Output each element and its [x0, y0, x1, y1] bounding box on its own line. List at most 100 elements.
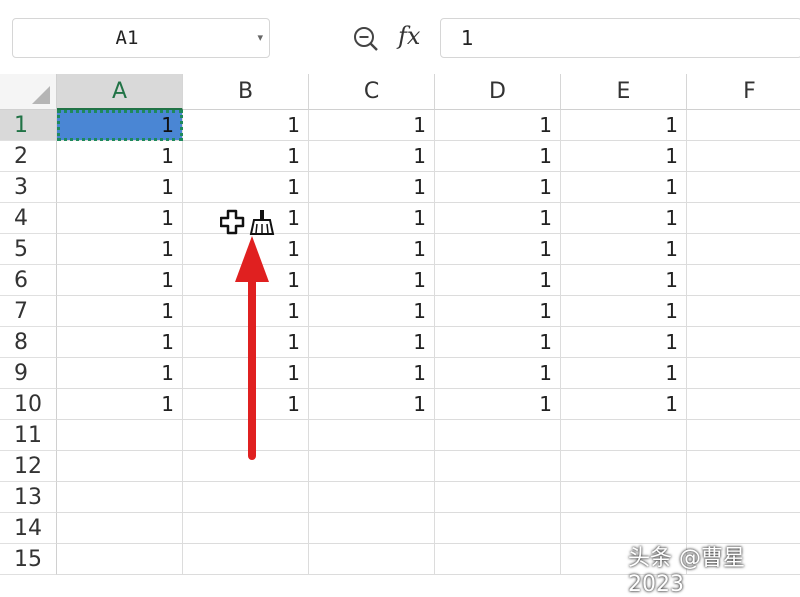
- cell-d10[interactable]: 1: [435, 389, 561, 420]
- cell-e1[interactable]: 1: [561, 110, 687, 141]
- cell-b15[interactable]: [183, 544, 309, 575]
- cell-e9[interactable]: 1: [561, 358, 687, 389]
- cell-c3[interactable]: 1: [309, 172, 435, 203]
- cell-e6[interactable]: 1: [561, 265, 687, 296]
- cell-c1[interactable]: 1: [309, 110, 435, 141]
- cell-d9[interactable]: 1: [435, 358, 561, 389]
- select-all-corner[interactable]: [0, 74, 57, 110]
- cell-f5[interactable]: [687, 234, 800, 265]
- cell-a11[interactable]: [57, 420, 183, 451]
- cell-a9[interactable]: 1: [57, 358, 183, 389]
- cell-e4[interactable]: 1: [561, 203, 687, 234]
- cell-c6[interactable]: 1: [309, 265, 435, 296]
- cell-d15[interactable]: [435, 544, 561, 575]
- cell-f12[interactable]: [687, 451, 800, 482]
- cell-c2[interactable]: 1: [309, 141, 435, 172]
- cell-e12[interactable]: [561, 451, 687, 482]
- cell-f6[interactable]: [687, 265, 800, 296]
- cell-a3[interactable]: 1: [57, 172, 183, 203]
- cell-c14[interactable]: [309, 513, 435, 544]
- row-header-1[interactable]: 1: [0, 110, 57, 141]
- cell-b14[interactable]: [183, 513, 309, 544]
- cell-b1[interactable]: 1: [183, 110, 309, 141]
- row-header-10[interactable]: 10: [0, 389, 57, 420]
- cell-d3[interactable]: 1: [435, 172, 561, 203]
- cell-c4[interactable]: 1: [309, 203, 435, 234]
- cell-e13[interactable]: [561, 482, 687, 513]
- column-header-b[interactable]: B: [183, 74, 309, 110]
- row-header-9[interactable]: 9: [0, 358, 57, 389]
- cell-d2[interactable]: 1: [435, 141, 561, 172]
- cell-a2[interactable]: 1: [57, 141, 183, 172]
- column-header-c[interactable]: C: [309, 74, 435, 110]
- cell-e8[interactable]: 1: [561, 327, 687, 358]
- cell-f9[interactable]: [687, 358, 800, 389]
- cell-d11[interactable]: [435, 420, 561, 451]
- column-header-f[interactable]: F: [687, 74, 800, 110]
- cell-b13[interactable]: [183, 482, 309, 513]
- cell-e3[interactable]: 1: [561, 172, 687, 203]
- cell-f3[interactable]: [687, 172, 800, 203]
- cell-d4[interactable]: 1: [435, 203, 561, 234]
- column-header-a[interactable]: A: [57, 74, 183, 110]
- cell-f8[interactable]: [687, 327, 800, 358]
- row-header-3[interactable]: 3: [0, 172, 57, 203]
- row-header-5[interactable]: 5: [0, 234, 57, 265]
- row-header-13[interactable]: 13: [0, 482, 57, 513]
- chevron-down-icon[interactable]: ▾: [257, 19, 263, 57]
- cell-a13[interactable]: [57, 482, 183, 513]
- cell-f11[interactable]: [687, 420, 800, 451]
- cell-c8[interactable]: 1: [309, 327, 435, 358]
- cell-f13[interactable]: [687, 482, 800, 513]
- cell-a12[interactable]: [57, 451, 183, 482]
- cell-a5[interactable]: 1: [57, 234, 183, 265]
- row-header-11[interactable]: 11: [0, 420, 57, 451]
- cell-a10[interactable]: 1: [57, 389, 183, 420]
- cell-c10[interactable]: 1: [309, 389, 435, 420]
- cell-d13[interactable]: [435, 482, 561, 513]
- cell-d14[interactable]: [435, 513, 561, 544]
- name-box[interactable]: A1 ▾: [12, 18, 270, 58]
- zoom-icon[interactable]: [351, 24, 381, 54]
- cell-c5[interactable]: 1: [309, 234, 435, 265]
- cell-d5[interactable]: 1: [435, 234, 561, 265]
- cell-b3[interactable]: 1: [183, 172, 309, 203]
- cell-c9[interactable]: 1: [309, 358, 435, 389]
- cell-d1[interactable]: 1: [435, 110, 561, 141]
- cell-f7[interactable]: [687, 296, 800, 327]
- row-header-2[interactable]: 2: [0, 141, 57, 172]
- row-header-6[interactable]: 6: [0, 265, 57, 296]
- cell-f4[interactable]: [687, 203, 800, 234]
- cell-a6[interactable]: 1: [57, 265, 183, 296]
- cell-e7[interactable]: 1: [561, 296, 687, 327]
- row-header-8[interactable]: 8: [0, 327, 57, 358]
- cell-d8[interactable]: 1: [435, 327, 561, 358]
- cell-c13[interactable]: [309, 482, 435, 513]
- row-header-14[interactable]: 14: [0, 513, 57, 544]
- column-header-d[interactable]: D: [435, 74, 561, 110]
- column-header-e[interactable]: E: [561, 74, 687, 110]
- cell-e10[interactable]: 1: [561, 389, 687, 420]
- cell-e2[interactable]: 1: [561, 141, 687, 172]
- formula-input[interactable]: 1: [440, 18, 800, 58]
- cell-b2[interactable]: 1: [183, 141, 309, 172]
- cell-a4[interactable]: 1: [57, 203, 183, 234]
- cell-d12[interactable]: [435, 451, 561, 482]
- cell-c12[interactable]: [309, 451, 435, 482]
- cell-a14[interactable]: [57, 513, 183, 544]
- cell-c15[interactable]: [309, 544, 435, 575]
- cell-d7[interactable]: 1: [435, 296, 561, 327]
- cell-a7[interactable]: 1: [57, 296, 183, 327]
- cell-c7[interactable]: 1: [309, 296, 435, 327]
- cell-a15[interactable]: [57, 544, 183, 575]
- cell-f1[interactable]: [687, 110, 800, 141]
- row-header-4[interactable]: 4: [0, 203, 57, 234]
- cell-f2[interactable]: [687, 141, 800, 172]
- cell-a8[interactable]: 1: [57, 327, 183, 358]
- cell-a1[interactable]: 1: [57, 110, 183, 141]
- cell-e5[interactable]: 1: [561, 234, 687, 265]
- cell-d6[interactable]: 1: [435, 265, 561, 296]
- fx-icon[interactable]: fx: [398, 22, 420, 50]
- row-header-12[interactable]: 12: [0, 451, 57, 482]
- row-header-7[interactable]: 7: [0, 296, 57, 327]
